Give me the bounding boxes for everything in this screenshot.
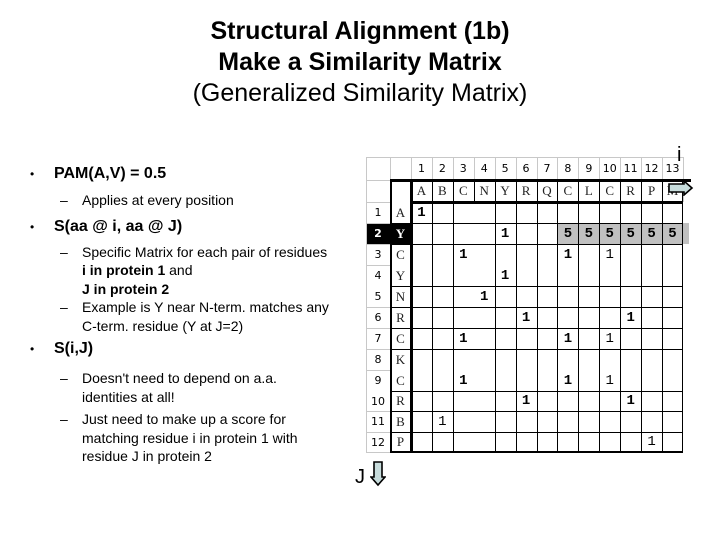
matrix-cell-value: 1	[626, 393, 635, 409]
matrix-cell-value: 1	[605, 372, 614, 389]
column-number: 9	[585, 162, 593, 175]
column-number: 8	[564, 162, 572, 175]
matrix-cell-value: 1	[521, 393, 531, 409]
column-number: 12	[644, 162, 659, 175]
column-number: 7	[543, 162, 551, 175]
sub-bullet: – Applies at every position	[60, 192, 234, 208]
column-residue: R	[521, 183, 531, 198]
row-number: 5	[374, 290, 382, 303]
bullet-list: PAM(A,V) = 0.5 –Applies at every positio…	[30, 164, 330, 466]
column-residue: C	[458, 183, 468, 198]
matrix-cell-value: 1	[438, 413, 447, 430]
row-number: 12	[371, 435, 385, 449]
row-number: 4	[374, 269, 382, 282]
grid-line	[366, 180, 390, 181]
row-number: 6	[374, 311, 382, 324]
row-residue: N	[395, 288, 406, 304]
column-residue: Q	[542, 183, 552, 198]
column-number: 3	[459, 162, 467, 175]
matrix-cell-value: 1	[459, 330, 468, 347]
row-residue: R	[396, 393, 405, 408]
right-arrow-icon	[668, 180, 694, 196]
grid-line	[390, 244, 683, 245]
matrix-cell-value: 1	[626, 309, 635, 326]
matrix-cell-value: 1	[500, 225, 510, 242]
matrix-cell-value: 1	[647, 434, 656, 450]
matrix-cell-value: 5	[647, 225, 656, 242]
matrix-cell-value: 5	[584, 225, 594, 242]
sub-bullet: – Doesn't need to depend on a.a. identiti…	[60, 370, 277, 405]
row-residue: R	[396, 309, 405, 325]
grid-line	[390, 286, 683, 287]
matrix-cell-value: 1	[480, 288, 489, 305]
title-line-2: Make a Similarity Matrix	[218, 48, 502, 76]
column-number: 5	[501, 162, 509, 175]
i-axis-label: i	[677, 144, 682, 166]
column-number: 1	[417, 162, 425, 175]
row-residue: B	[396, 413, 405, 429]
matrix-cell-value: 1	[605, 246, 614, 263]
column-residue: Y	[500, 183, 510, 198]
slide-title: Structural Alignment (1b) Make a Similar…	[0, 16, 720, 109]
column-residue: N	[479, 183, 489, 198]
matrix-cell-value: 5	[626, 225, 635, 242]
row-residue: C	[396, 330, 405, 346]
column-residue: L	[584, 183, 593, 198]
matrix-cell-value: 1	[500, 267, 510, 284]
title-line-1: Structural Alignment (1b)	[210, 17, 510, 45]
column-number: 4	[480, 162, 488, 175]
column-residue: P	[647, 183, 656, 198]
column-residue: A	[416, 183, 427, 198]
row-residue: Y	[395, 267, 406, 283]
sub-bullet: – Just need to make up a score for matchi…	[60, 411, 298, 464]
column-number: 11	[623, 162, 638, 175]
matrix-cell-value: 1	[417, 204, 426, 221]
sub-bullet: – Specific Matrix for each pair of residu…	[60, 243, 328, 297]
column-number: 6	[522, 162, 530, 175]
grid-line	[390, 328, 683, 329]
column-number: 2	[438, 162, 446, 175]
column-residue: C	[605, 183, 615, 198]
row-number: 8	[374, 353, 382, 366]
column-residue: C	[563, 183, 573, 198]
grid-line	[390, 157, 391, 180]
row-residue: C	[396, 246, 405, 262]
matrix-cell-value: 5	[563, 225, 573, 242]
row-number: 3	[374, 248, 382, 261]
row-residue: A	[395, 204, 406, 220]
j-axis-label: J	[355, 466, 365, 488]
row-residue: P	[396, 434, 405, 449]
column-number: 10	[602, 162, 617, 175]
row-residue: Y	[395, 225, 406, 241]
matrix-cell-value: 1	[563, 372, 573, 389]
matrix-cell-value: 1	[563, 246, 573, 263]
column-residue: B	[438, 183, 447, 198]
row-number: 10	[371, 394, 385, 408]
matrix-cell-value: 5	[668, 225, 677, 242]
sub-bullet: – Example is Y near N-term. matches any C…	[60, 299, 329, 334]
title-line-3: (Generalized Similarity Matrix)	[192, 79, 528, 107]
down-arrow-icon	[370, 461, 386, 487]
matrix-cell-value: 5	[605, 225, 614, 242]
matrix-cell-value: 1	[459, 246, 468, 263]
row-number: 9	[374, 374, 382, 387]
grid-line	[390, 432, 683, 433]
row-residue: C	[396, 372, 405, 388]
bullet-s-aa: S(aa @ i, aa @ J)	[30, 217, 330, 237]
matrix-cell-value: 1	[605, 330, 614, 347]
grid-line	[390, 349, 683, 350]
grid-line	[366, 452, 390, 453]
row-number: 1	[374, 206, 382, 219]
matrix-cell-value: 1	[521, 309, 531, 326]
bullet-pam: PAM(A,V) = 0.5	[30, 164, 330, 184]
row-number: 7	[374, 332, 382, 345]
row-residue: K	[395, 351, 406, 367]
column-residue: R	[626, 183, 635, 198]
bullet-s-ij: S(i,J)	[30, 339, 330, 359]
matrix-cell-value: 1	[459, 372, 468, 389]
row-number: 2	[374, 227, 382, 240]
row-number: 11	[371, 415, 385, 428]
matrix-cell-value: 1	[563, 330, 573, 347]
